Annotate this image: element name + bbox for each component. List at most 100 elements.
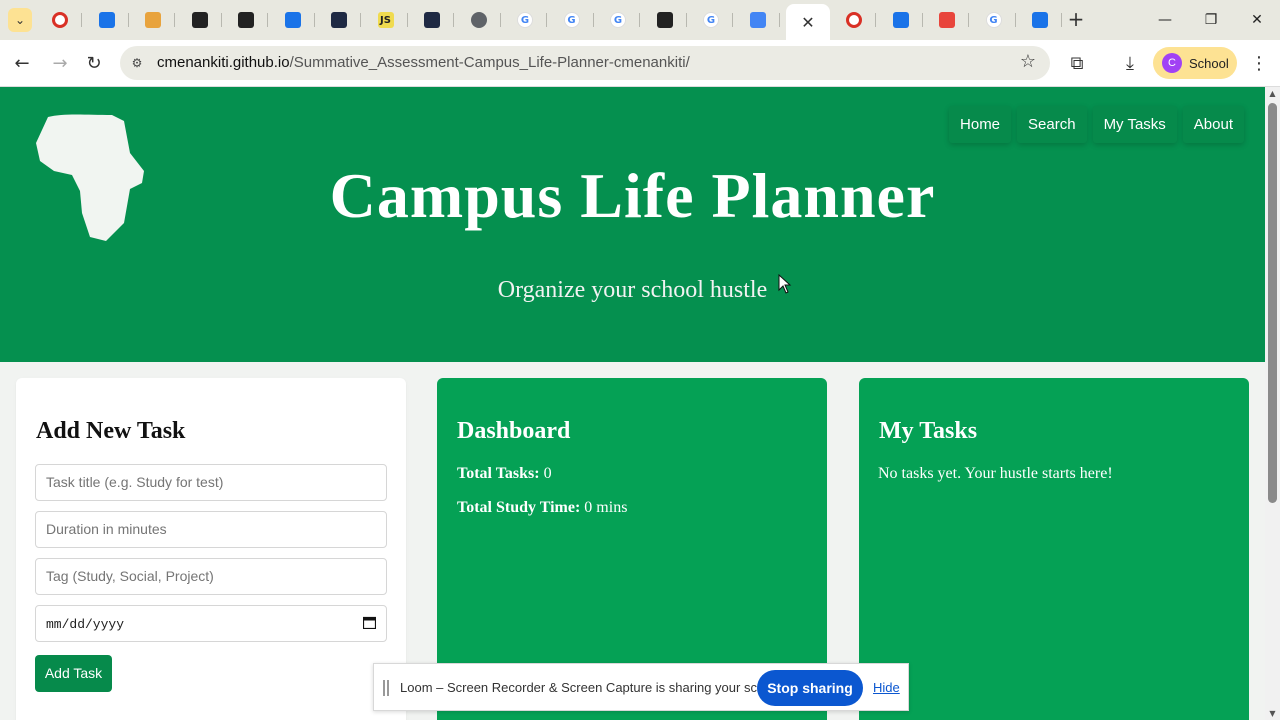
browser-tab[interactable] bbox=[925, 6, 969, 34]
browser-tab[interactable] bbox=[643, 6, 687, 34]
tab-separator bbox=[313, 13, 315, 27]
globe-icon bbox=[470, 12, 487, 28]
new-tab-button[interactable]: + bbox=[1064, 8, 1088, 32]
hide-link[interactable]: Hide bbox=[873, 680, 900, 695]
stop-sharing-button[interactable]: Stop sharing bbox=[757, 670, 863, 706]
codepen-icon bbox=[191, 12, 208, 28]
browser-tab[interactable] bbox=[85, 6, 129, 34]
minimize-button[interactable]: — bbox=[1145, 6, 1185, 34]
browser-tab[interactable] bbox=[410, 6, 454, 34]
browser-tab[interactable] bbox=[879, 6, 923, 34]
browser-tab[interactable] bbox=[736, 6, 780, 34]
tab-separator bbox=[174, 13, 175, 27]
site-settings-icon[interactable]: ⚙ bbox=[128, 54, 146, 72]
tab-separator bbox=[546, 13, 547, 27]
browser-tab[interactable] bbox=[457, 6, 501, 34]
bookmark-star-icon[interactable]: ☆ bbox=[1020, 51, 1036, 72]
my-tasks-card: My Tasks No tasks yet. Your hustle start… bbox=[859, 378, 1249, 720]
google-icon: G bbox=[985, 12, 1002, 28]
avatar: C bbox=[1162, 53, 1182, 73]
nav-search[interactable]: Search bbox=[1017, 106, 1087, 143]
browser-tab[interactable] bbox=[832, 6, 876, 34]
tab-separator bbox=[732, 13, 733, 27]
profile-button[interactable]: C School bbox=[1153, 47, 1237, 79]
browser-tab[interactable] bbox=[317, 6, 361, 34]
tab-separator bbox=[81, 13, 82, 27]
browser-toolbar: ← → ↻ ⚙ cmenankiti.github.io/Summative_A… bbox=[0, 40, 1280, 87]
tag-input[interactable]: Tag (Study, Social, Project) bbox=[35, 558, 387, 595]
tab-separator bbox=[1061, 13, 1062, 27]
scrollbar-thumb[interactable] bbox=[1268, 103, 1277, 503]
back-button[interactable]: ← bbox=[8, 50, 36, 78]
add-task-button[interactable]: Add Task bbox=[35, 655, 112, 692]
browser-tab[interactable]: G bbox=[689, 6, 733, 34]
date-placeholder: mm/dd/yyyy bbox=[46, 617, 125, 632]
tab-separator bbox=[127, 13, 129, 27]
tab-separator bbox=[499, 13, 501, 27]
add-task-heading: Add New Task bbox=[36, 418, 186, 444]
nav-about[interactable]: About bbox=[1182, 106, 1244, 143]
scroll-down-icon[interactable]: ▼ bbox=[1267, 709, 1278, 718]
dark-square-icon bbox=[424, 12, 440, 28]
rainbow-icon bbox=[939, 12, 955, 28]
page-scrollbar[interactable]: ▲ ▼ bbox=[1265, 87, 1280, 720]
close-window-button[interactable]: ✕ bbox=[1237, 6, 1277, 34]
browser-tab[interactable]: G bbox=[972, 6, 1016, 34]
nav-my-tasks[interactable]: My Tasks bbox=[1092, 106, 1177, 143]
dark-square-icon bbox=[331, 12, 347, 28]
tab-separator bbox=[453, 13, 454, 27]
browser-menu-icon[interactable]: ⋮ bbox=[1249, 50, 1269, 78]
browser-tab[interactable] bbox=[1018, 6, 1062, 34]
reload-button[interactable]: ↻ bbox=[80, 50, 108, 78]
gear-app-icon bbox=[1032, 12, 1048, 28]
browser-tab[interactable]: G bbox=[596, 6, 640, 34]
tab-separator bbox=[1014, 13, 1016, 27]
scroll-up-icon[interactable]: ▲ bbox=[1267, 89, 1278, 98]
task-title-input[interactable]: Task title (e.g. Study for test) bbox=[35, 464, 387, 501]
page-viewport: Home Search My Tasks About Campus Life P… bbox=[0, 87, 1265, 720]
download-icon[interactable]: ⤓ bbox=[1116, 50, 1144, 78]
empty-tasks-message: No tasks yet. Your hustle starts here! bbox=[878, 465, 1113, 482]
gear-app-icon bbox=[892, 12, 909, 28]
screen-share-bar: Loom – Screen Recorder & Screen Capture … bbox=[373, 663, 909, 711]
drag-handle-icon[interactable] bbox=[383, 680, 389, 696]
js-icon: JS bbox=[377, 12, 394, 28]
address-bar[interactable]: ⚙ cmenankiti.github.io/Summative_Assessm… bbox=[120, 46, 1050, 80]
nav-home[interactable]: Home bbox=[949, 106, 1012, 143]
browser-tab[interactable] bbox=[224, 6, 268, 34]
forward-button[interactable]: → bbox=[46, 50, 74, 78]
browser-tab[interactable] bbox=[271, 6, 315, 34]
tab-strip: ⌄ JS G G G G ✕ G + — ❐ ✕ bbox=[0, 0, 1280, 40]
gear-app-icon bbox=[98, 12, 115, 28]
hero-header: Home Search My Tasks About Campus Life P… bbox=[0, 87, 1265, 362]
opera-red-circle-icon bbox=[52, 12, 68, 28]
extensions-icon[interactable]: ⧉ bbox=[1063, 50, 1091, 78]
browser-tab[interactable] bbox=[131, 6, 175, 34]
browser-tab[interactable] bbox=[38, 6, 82, 34]
tab-search-button[interactable]: ⌄ bbox=[8, 8, 32, 32]
close-tab-icon[interactable]: ✕ bbox=[801, 13, 814, 32]
site-nav: Home Search My Tasks About bbox=[949, 106, 1244, 143]
tab-separator bbox=[778, 13, 780, 27]
date-input[interactable]: mm/dd/yyyy bbox=[35, 605, 387, 642]
browser-tab[interactable]: G bbox=[550, 6, 594, 34]
tab-separator bbox=[360, 13, 361, 27]
study-time-stat: Total Study Time: 0 mins bbox=[457, 499, 628, 516]
tab-separator bbox=[875, 13, 876, 27]
active-tab[interactable]: ✕ bbox=[786, 4, 830, 40]
chevron-down-icon: ⌄ bbox=[14, 13, 26, 27]
duration-input[interactable]: Duration in minutes bbox=[35, 511, 387, 548]
stack-icon bbox=[145, 12, 161, 28]
profile-label: School bbox=[1189, 55, 1229, 71]
browser-tab[interactable] bbox=[178, 6, 222, 34]
add-task-card: Add New Task Task title (e.g. Study for … bbox=[16, 378, 406, 720]
url-text[interactable]: cmenankiti.github.io/Summative_Assessmen… bbox=[157, 54, 690, 71]
tab-separator bbox=[921, 13, 923, 27]
google-icon: G bbox=[517, 12, 533, 28]
restore-button[interactable]: ❐ bbox=[1191, 6, 1231, 34]
docs-icon bbox=[749, 12, 766, 28]
tab-separator bbox=[220, 13, 222, 27]
calendar-icon[interactable] bbox=[363, 616, 376, 629]
browser-tab[interactable]: G bbox=[503, 6, 547, 34]
browser-tab[interactable]: JS bbox=[364, 6, 408, 34]
